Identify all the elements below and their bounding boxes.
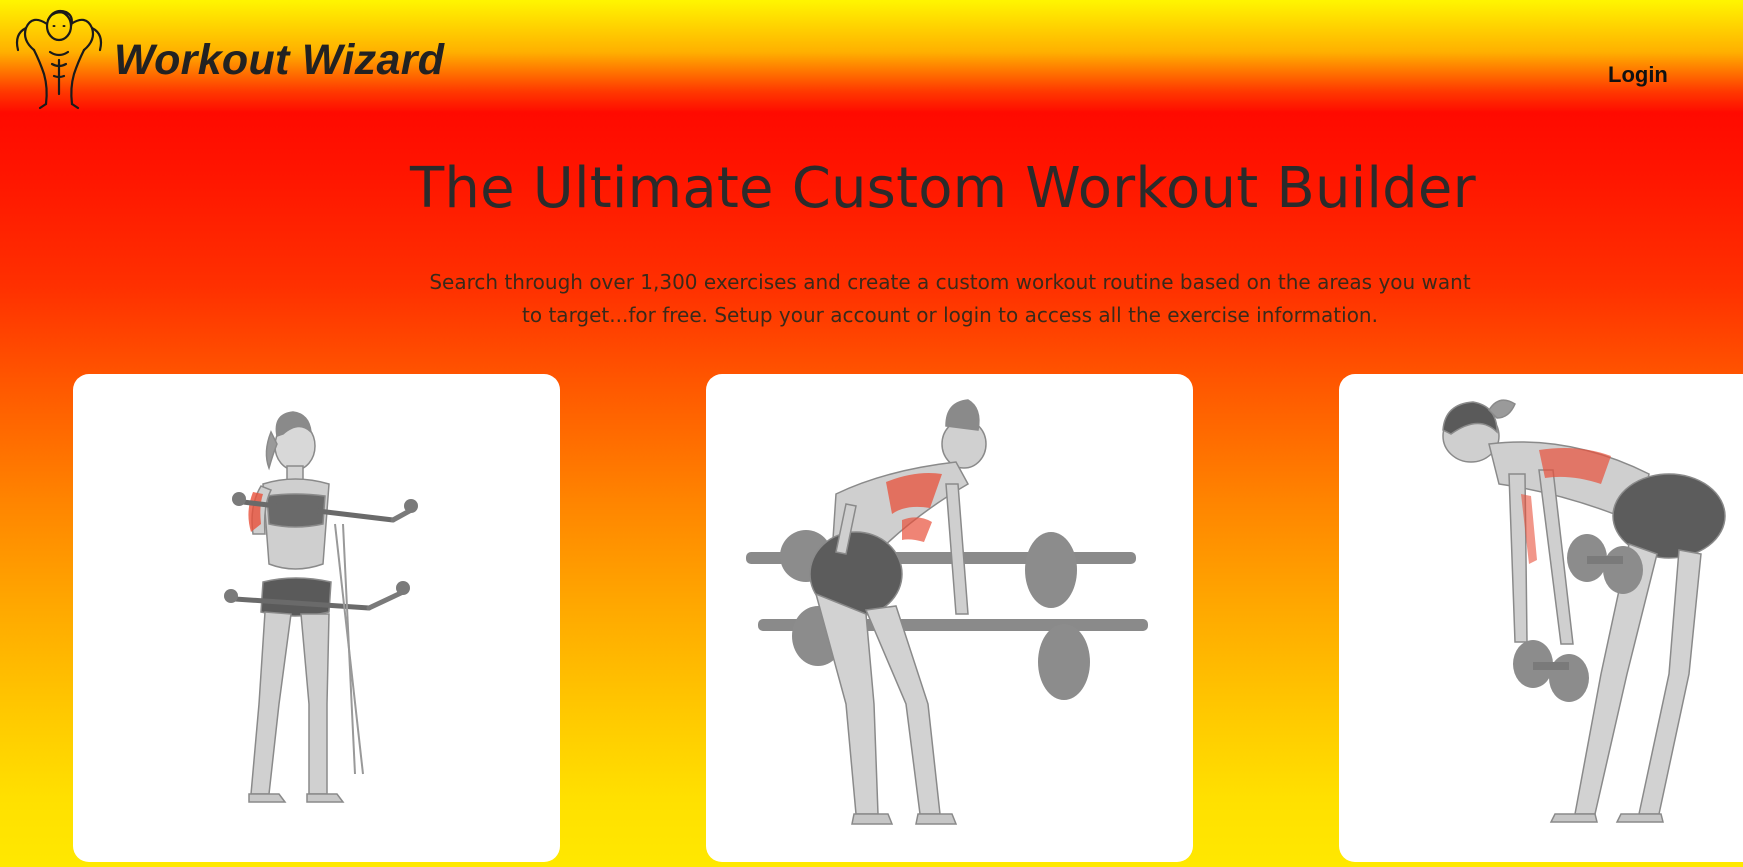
barbell-bent-over-row-illustration: [746, 399, 1148, 825]
exercise-card[interactable]: [706, 374, 1193, 862]
brand-logo[interactable]: [4, 4, 110, 114]
exercise-card[interactable]: [73, 374, 560, 862]
page-title-text: The Ultimate Custom Workout Builder: [410, 156, 1476, 221]
login-link[interactable]: Login: [1608, 62, 1668, 88]
brand-name[interactable]: Workout Wizard: [114, 36, 444, 85]
exercise-card[interactable]: [1339, 374, 1743, 862]
hero-subtitle-line-1: Search through over 1,300 exercises and …: [429, 270, 1471, 294]
muscular-figure-logo-icon: [15, 9, 103, 110]
band-bicep-curl-illustration: [224, 411, 418, 803]
hero-subtitle-line-2: to target...for free. Setup your account…: [522, 303, 1378, 327]
dumbbell-bent-over-row-illustration: [1442, 399, 1726, 823]
hero-subtitle: Search through over 1,300 exercises and …: [420, 266, 1480, 332]
